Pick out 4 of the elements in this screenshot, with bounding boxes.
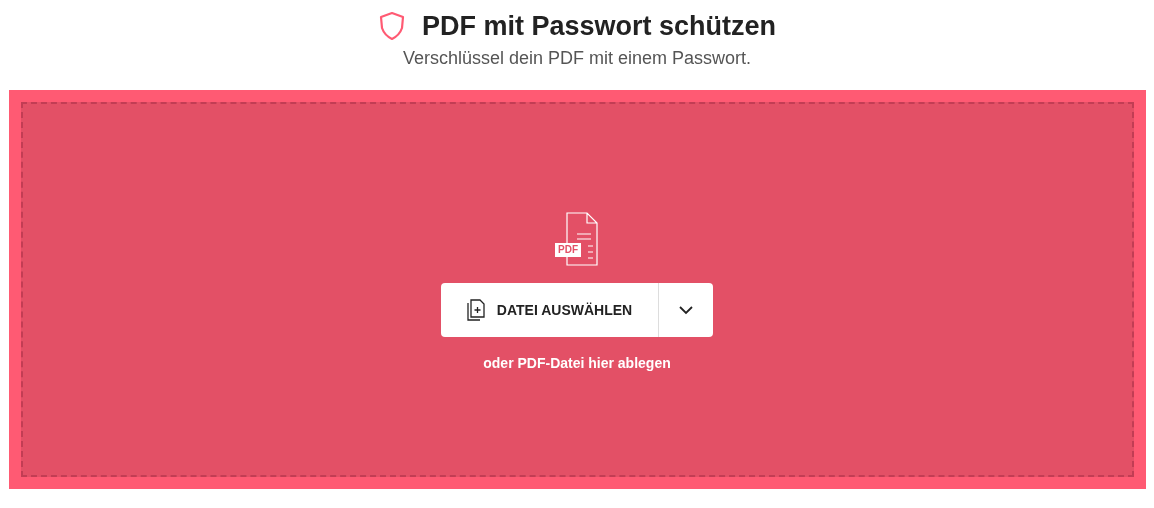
drop-hint: oder PDF-Datei hier ablegen [483, 354, 671, 373]
drop-zone[interactable]: PDF DATEI AUSWÄHLEN oder PDF-Datei hier ablegen [8, 90, 1146, 489]
page-title: PDF mit Passwort schützen [421, 12, 777, 40]
page-subtitle: Verschlüssel dein PDF mit einem Passwort. [402, 49, 752, 67]
